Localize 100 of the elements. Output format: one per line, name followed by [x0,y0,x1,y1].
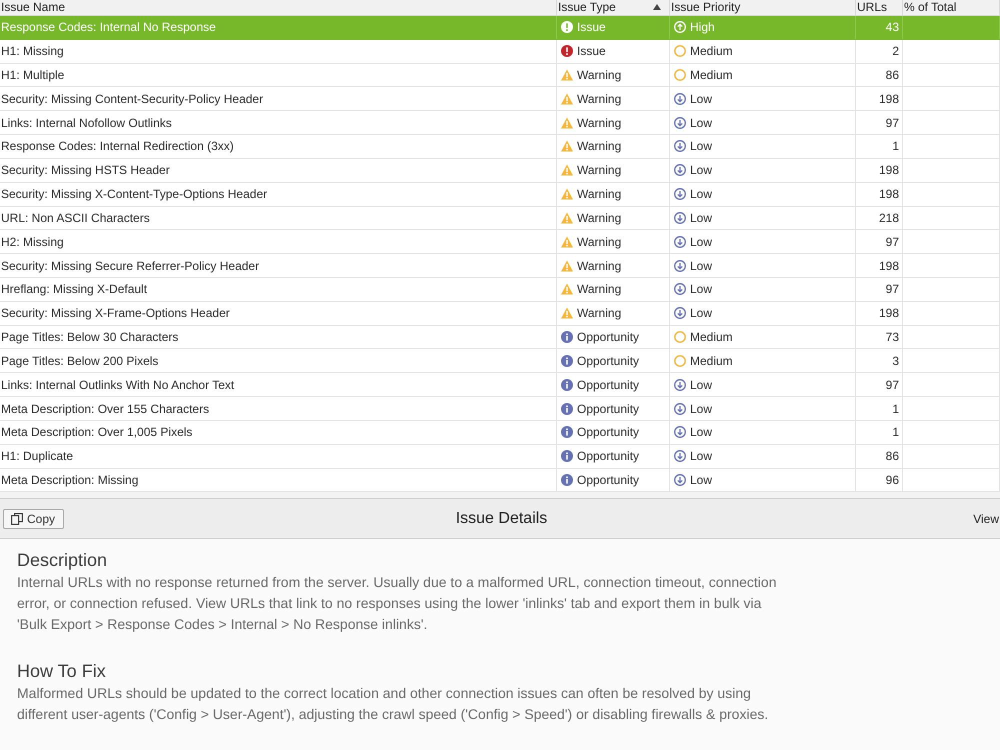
table-row[interactable]: Security: Missing Content-Security-Policy Header Warning Low 198 [0,87,1000,112]
warning-triangle-icon [561,307,573,320]
url-count: 86 [886,449,899,464]
url-count: 198 [878,163,899,178]
issue-name: Page Titles: Below 200 Pixels [1,354,158,368]
url-count: 198 [878,258,899,273]
issue-type-label: Issue [577,20,606,34]
url-count: 73 [886,330,899,344]
issue-name: Links: Internal Outlinks With No Anchor Text [1,378,234,392]
circle-outline-icon [674,68,686,81]
issue-priority-label: Low [690,210,712,225]
issue-name: URL: Non ASCII Characters [1,210,150,225]
issue-name: Links: Internal Nofollow Outlinks [1,116,172,130]
issue-type-label: Warning [577,68,622,82]
table-row[interactable]: Response Codes: Internal Redirection (3xx) Warning Low 1 [0,135,1000,159]
table-row[interactable]: Security: Missing X-Frame-Options Header Warning Low 198 [0,302,1000,326]
issue-type-label: Opportunity [577,402,640,416]
issue-priority-label: Low [690,234,712,249]
issue-priority-label: Low [690,402,712,416]
url-count: 198 [878,92,899,106]
url-count: 1 [892,139,899,154]
down-arrow-circle-icon [674,140,686,152]
issue-priority-label: Low [690,378,712,392]
issue-type-label: Warning [577,139,622,154]
exclamation-circle-icon [561,21,573,34]
issue-name: Meta Description: Missing [1,473,138,488]
table-row[interactable]: Meta Description: Over 155 Characters Opportunity Low 1 [0,397,1000,421]
issue-name: Security: Missing X-Content-Type-Options Header [1,187,268,202]
table-row[interactable]: H1: Multiple Warning Medium 86 [0,64,1000,88]
issue-name: Security: Missing Content-Security-Policy Header [1,92,264,106]
column-header[interactable]: Issue Type [557,0,670,15]
issue-name: Security: Missing Secure Referrer-Policy Header [1,258,260,273]
issue-priority-label: Low [690,139,712,154]
issue-name: H2: Missing [1,234,64,249]
down-arrow-circle-icon [674,164,686,176]
section-text: Malformed URLs should be updated to the correct location and other connection issues can often be resolved by using different user-agents ('Config > User-Agent'), adjusting the crawl speed ('Config > Speed') or disabling firewalls & proxies. [17,684,770,724]
url-count: 2 [892,44,899,58]
table-row[interactable]: Links: Internal Outlinks With No Anchor Text Opportunity Low 97 [0,373,1000,398]
table-row[interactable]: Hreflang: Missing X-Default Warning Low 97 [0,278,1000,302]
issue-name: Hreflang: Missing X-Default [1,282,148,296]
issue-priority-label: High [690,20,715,34]
copy-button[interactable]: Copy [3,508,64,529]
issue-name: Security: Missing HSTS Header [1,163,170,178]
table-row[interactable]: Page Titles: Below 200 Pixels Opportunity Medium 3 [0,349,1000,374]
table-row[interactable]: H1: Duplicate Opportunity Low 86 [0,444,1000,469]
section-heading: Description [17,549,108,572]
issue-priority-label: Medium [690,330,733,344]
table-row[interactable]: Security: Missing Secure Referrer-Policy Header Warning Low 198 [0,254,1000,278]
issue-type-label: Warning [577,210,622,225]
table-row[interactable]: URL: Non ASCII Characters Warning Low 218 [0,206,1000,230]
issue-type-label: Opportunity [577,449,640,464]
issue-type-label: Opportunity [577,330,640,344]
url-count: 97 [886,378,899,392]
issue-priority-label: Low [690,92,712,106]
warning-triangle-icon [561,116,573,129]
down-arrow-circle-icon [674,116,686,129]
down-arrow-circle-icon [674,378,686,391]
issue-type-label: Warning [577,163,622,178]
issue-name: Response Codes: Internal Redirection (3xx) [1,139,234,154]
column-header[interactable]: % of Total [903,0,1000,15]
table-row[interactable]: H2: Missing Warning Low 97 [0,230,1000,254]
issue-type-label: Warning [577,92,622,106]
url-count: 96 [886,473,899,488]
issue-priority-label: Low [690,282,712,296]
warning-triangle-icon [561,68,573,81]
url-count: 1 [892,425,899,440]
issue-priority-label: Medium [690,44,733,58]
down-arrow-circle-icon [674,212,686,224]
column-header[interactable]: Issue Name [0,0,557,15]
warning-triangle-icon [561,283,573,296]
view-button[interactable]: View [973,512,1000,526]
url-count: 86 [886,68,899,82]
down-arrow-circle-icon [674,474,686,486]
table-row[interactable]: Meta Description: Over 1,005 Pixels Opportunity Low 1 [0,420,1000,445]
issue-type-label: Opportunity [577,473,640,488]
column-header[interactable]: URLs [856,0,903,15]
column-header[interactable]: Issue Priority [670,0,856,15]
issue-name: Security: Missing X-Frame-Options Header [1,306,230,320]
warning-triangle-icon [561,212,573,224]
issue-name: Response Codes: Internal No Response [1,20,216,34]
url-count: 43 [886,20,899,34]
info-circle-icon [561,331,573,344]
table-row[interactable]: Meta Description: Missing Opportunity Low 96 [0,468,1000,492]
issue-priority-label: Low [690,473,712,488]
table-row[interactable]: Security: Missing HSTS Header Warning Low 198 [0,158,1000,183]
table-row[interactable]: Page Titles: Below 30 Characters Opportunity Medium 73 [0,326,1000,350]
issue-priority-label: Low [690,425,712,440]
table-row[interactable]: Security: Missing X-Content-Type-Options Header Warning Low 198 [0,182,1000,207]
table-row[interactable]: H1: Missing Issue Medium 2 [0,40,1000,64]
issue-type-label: Warning [577,234,622,249]
issue-type-label: Warning [577,187,622,202]
url-count: 198 [878,306,899,320]
issue-type-label: Warning [577,258,622,273]
issue-type-label: Opportunity [577,354,640,368]
url-count: 198 [878,187,899,202]
issue-type-label: Warning [577,306,622,320]
url-count: 97 [886,234,899,249]
info-circle-icon [561,354,573,367]
warning-triangle-icon [561,236,573,248]
table-row[interactable]: Links: Internal Nofollow Outlinks Warning Low 97 [0,111,1000,136]
